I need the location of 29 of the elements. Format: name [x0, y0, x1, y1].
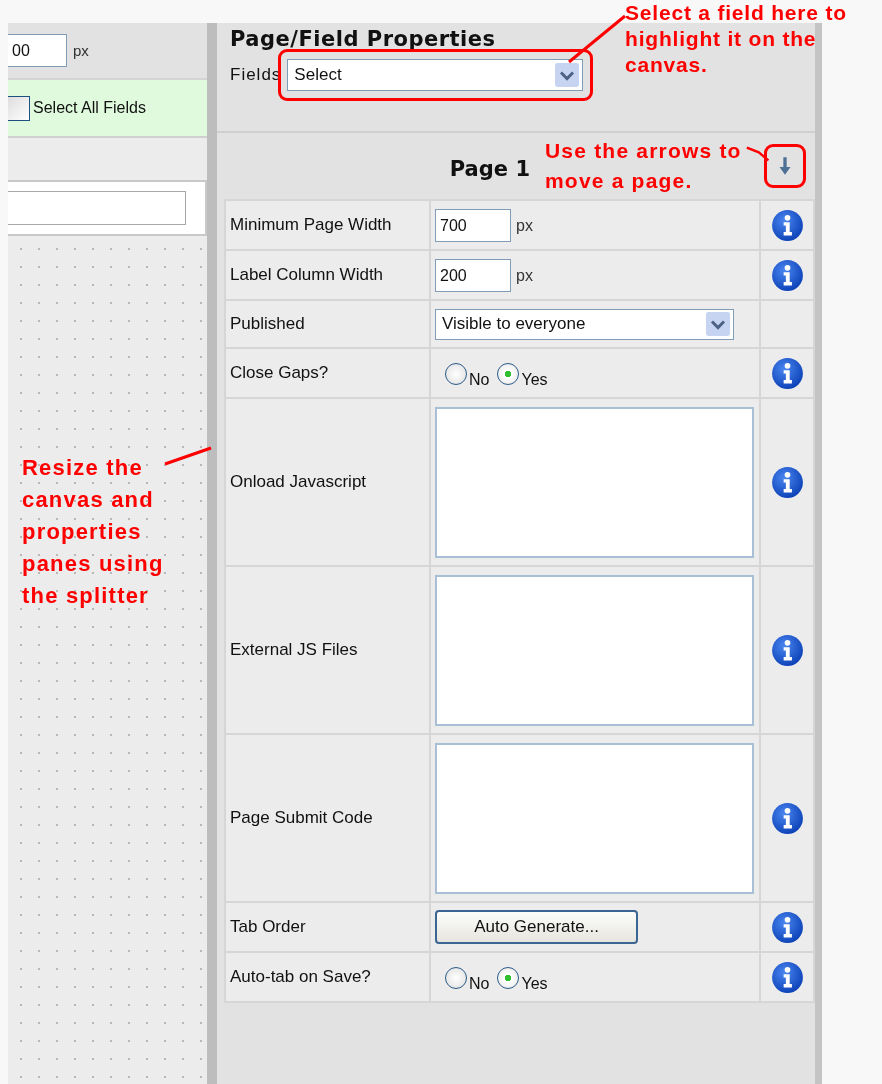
unit-label: px: [73, 42, 89, 59]
page-title: Page 1: [449, 157, 530, 181]
unit-label: px: [516, 266, 533, 284]
property-label: Tab Order: [225, 902, 430, 952]
property-label: External JS Files: [225, 566, 430, 734]
annotation-text: Select a field here to highlight it on the canvas.: [625, 0, 848, 78]
property-label: Close Gaps?: [225, 348, 430, 398]
property-label: Label Column Width: [225, 250, 430, 300]
published-select[interactable]: Visible to everyone: [435, 308, 734, 340]
property-label: Page Submit Code: [225, 734, 430, 902]
property-label: Published: [225, 300, 430, 348]
auto-generate-button[interactable]: Auto Generate...: [435, 910, 638, 944]
radio-label: Yes: [521, 370, 548, 389]
annotation-text: Resize the canvas and properties panes using the splitter: [22, 454, 165, 610]
select-all-label: Select All Fields: [33, 99, 146, 117]
property-label: Auto-tab on Save?: [225, 952, 430, 1002]
property-input[interactable]: 700: [435, 208, 511, 242]
property-label: Onload Javascript: [225, 398, 430, 566]
radio-label: No: [469, 370, 490, 389]
width-input[interactable]: 00: [8, 34, 67, 67]
unit-label: px: [516, 216, 533, 234]
pane-title: Page/Field Properties: [230, 27, 496, 51]
radio-label: Yes: [521, 974, 548, 993]
fields-select[interactable]: Select: [287, 59, 584, 91]
property-label: Minimum Page Width: [225, 200, 430, 250]
radio-label: No: [469, 974, 490, 993]
annotation-text: Use the arrows to move a page.: [545, 138, 743, 194]
property-input[interactable]: 200: [435, 258, 511, 292]
fields-label: Fields: [230, 65, 282, 85]
